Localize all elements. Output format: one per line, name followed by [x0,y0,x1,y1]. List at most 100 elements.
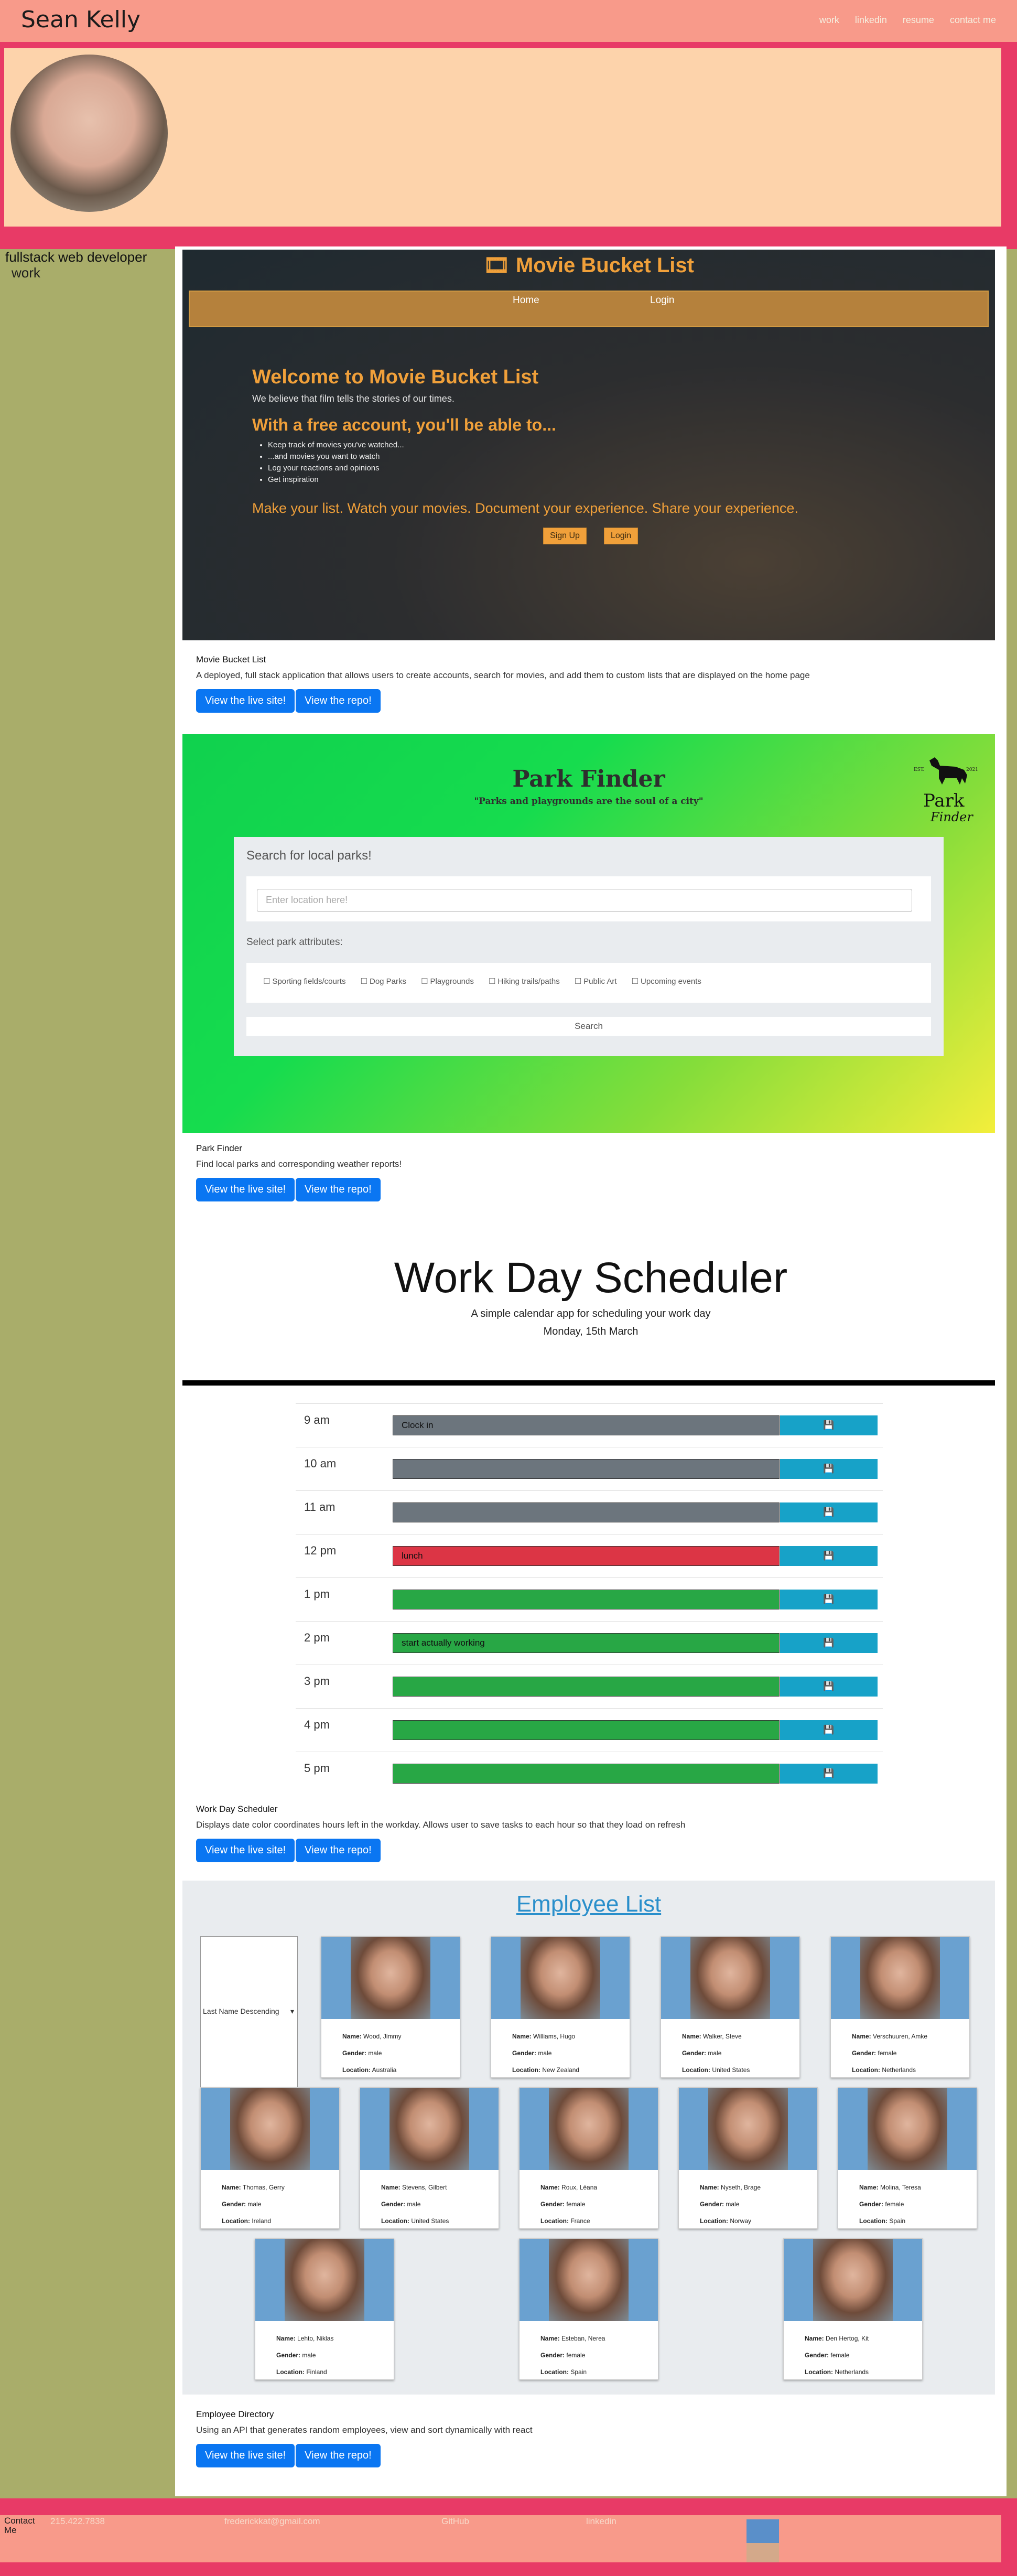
scheduler-title: Work Day Scheduler [394,1254,788,1302]
live-site-button[interactable]: View the live site! [196,2444,295,2467]
hour-row: 5 pm 💾 [296,1752,883,1794]
hour-row: 12 pm lunch 💾 [296,1534,883,1576]
movie-nav-login: Login [650,295,675,306]
employee-photo [521,1937,600,2019]
employee-card: Name: Walker, Steve Gender: male Location:… [661,1936,800,2078]
employee-list-screenshot: Employee List Last Name Descending Name:… [182,1881,995,2395]
employee-photo [549,2088,629,2170]
movie-tagline: We believe that film tells the stories o… [252,393,455,404]
employee-gender: female [878,2049,897,2057]
hero-panel [4,48,1001,227]
profile-photo [10,55,168,212]
park-search-card: Search for local parks! Enter location h… [234,837,944,1056]
nav-links: work linkedin resume contact me [819,15,996,26]
employee-photo [708,2088,788,2170]
live-site-button[interactable]: View the live site! [196,1839,295,1862]
checkbox-events: Upcoming events [632,976,701,989]
brand-name[interactable]: Sean Kelly [21,6,140,33]
hero-subtitle: fullstack web developer [5,249,147,265]
movie-app-title: 🎞 Movie Bucket List [483,254,694,277]
employee-name: Nyseth, Brage [721,2184,761,2191]
employee-photo [285,2239,364,2321]
movie-signup-button: Sign Up [543,528,587,544]
employee-gender: male [538,2049,552,2057]
employee-gender: male [302,2352,316,2359]
employee-name: Stevens, Gilbert [402,2184,447,2191]
scheduler-date: Monday, 15th March [543,1326,639,1337]
project-title: Work Day Scheduler [196,1804,278,1814]
footer-phone[interactable]: 215.422.7838 [50,2516,105,2527]
nav-link-resume[interactable]: resume [903,15,934,26]
project-description: Displays date color coordinates hours le… [196,1820,686,1830]
project-description: Using an API that generates random emplo… [196,2425,533,2435]
employee-card: Name: Thomas, Gerry Gender: male Location:… [200,2087,340,2229]
employee-name: Wood, Jimmy [363,2033,402,2040]
nav-link-work[interactable]: work [819,15,839,26]
repo-button[interactable]: View the repo! [296,1839,381,1862]
svg-text:EST.: EST. [914,767,924,772]
movie-welcome: Welcome to Movie Bucket List [252,366,539,388]
save-icon: 💾 [780,1502,878,1522]
scheduler-divider [182,1380,995,1386]
employee-name: Thomas, Gerry [242,2184,285,2191]
employee-photo [351,1937,430,2019]
employee-card: Name: Nyseth, Brage Gender: male Location:… [678,2087,818,2229]
employee-location: New Zealand [542,2066,580,2074]
footer-linkedin[interactable]: linkedin [586,2516,616,2527]
hour-row: 4 pm 💾 [296,1708,883,1750]
sort-select: Last Name Descending [200,1936,298,2089]
list-item: ...and movies you want to watch [268,451,404,463]
employee-card: Name: Esteban, Nerea Gender: female Locati… [519,2238,658,2380]
hour-row: 9 am Clock in 💾 [296,1403,883,1445]
checkbox-playgrounds: Playgrounds [421,976,473,989]
repo-button[interactable]: View the repo! [296,1178,381,1201]
employee-list-title: Employee List [516,1891,662,1917]
project-description: A deployed, full stack application that … [196,670,810,680]
movie-project-info: Movie Bucket List A deployed, full stack… [196,654,810,713]
film-icon: 🎞 [483,254,510,277]
save-icon: 💾 [780,1633,878,1653]
scheduler-project-info: Work Day Scheduler Displays date color c… [196,1804,685,1862]
hour-label: 1 pm [304,1587,330,1601]
footer-github[interactable]: GitHub [441,2516,469,2527]
live-site-button[interactable]: View the live site! [196,1178,295,1201]
park-quote: "Parks and playgrounds are the soul of a… [474,796,704,807]
hour-row: 2 pm start actually working 💾 [296,1621,883,1663]
nav-link-linkedin[interactable]: linkedin [855,15,887,26]
employee-location: Spain [570,2368,587,2376]
footer-email[interactable]: frederickkat@gmail.com [224,2516,320,2527]
employee-name: Walker, Steve [703,2033,742,2040]
hour-task-input [393,1720,780,1740]
park-app-title: Park Finder [512,766,665,792]
hour-label: 2 pm [304,1631,330,1644]
footer-avatar [746,2519,779,2562]
park-attribute-checkboxes: Sporting fields/courts Dog Parks Playgro… [246,963,931,1003]
nav-link-contact[interactable]: contact me [950,15,996,26]
employee-name: Lehto, Niklas [297,2335,334,2342]
repo-button[interactable]: View the repo! [296,689,381,713]
scheduler-subtitle: A simple calendar app for scheduling you… [471,1308,711,1319]
employee-name: Esteban, Nerea [561,2335,605,2342]
employee-photo [690,1937,770,2019]
hour-task-input [393,1502,780,1522]
project-title: Movie Bucket List [196,654,266,664]
employee-photo [813,2239,893,2321]
projects-main: 🎞 Movie Bucket List Home Login Welcome t… [175,246,1007,2496]
movie-bucket-screenshot: 🎞 Movie Bucket List Home Login Welcome t… [182,250,995,640]
repo-button[interactable]: View the repo! [296,2444,381,2467]
employee-gender: male [726,2201,740,2208]
employee-name: Molina, Teresa [880,2184,921,2191]
live-site-button[interactable]: View the live site! [196,689,295,713]
movie-login-button: Login [604,528,639,544]
park-project-info: Park Finder Find local parks and corresp… [196,1143,402,1201]
employee-location: Netherlands [882,2066,916,2074]
employee-name: Williams, Hugo [533,2033,576,2040]
checkbox-sporting: Sporting fields/courts [263,976,345,989]
hour-task-input: lunch [393,1546,780,1566]
hour-task-input [393,1677,780,1697]
save-icon: 💾 [780,1677,878,1697]
save-icon: 💾 [780,1415,878,1435]
employee-location: Ireland [252,2217,272,2225]
save-icon: 💾 [780,1720,878,1740]
employee-photo [230,2088,310,2170]
